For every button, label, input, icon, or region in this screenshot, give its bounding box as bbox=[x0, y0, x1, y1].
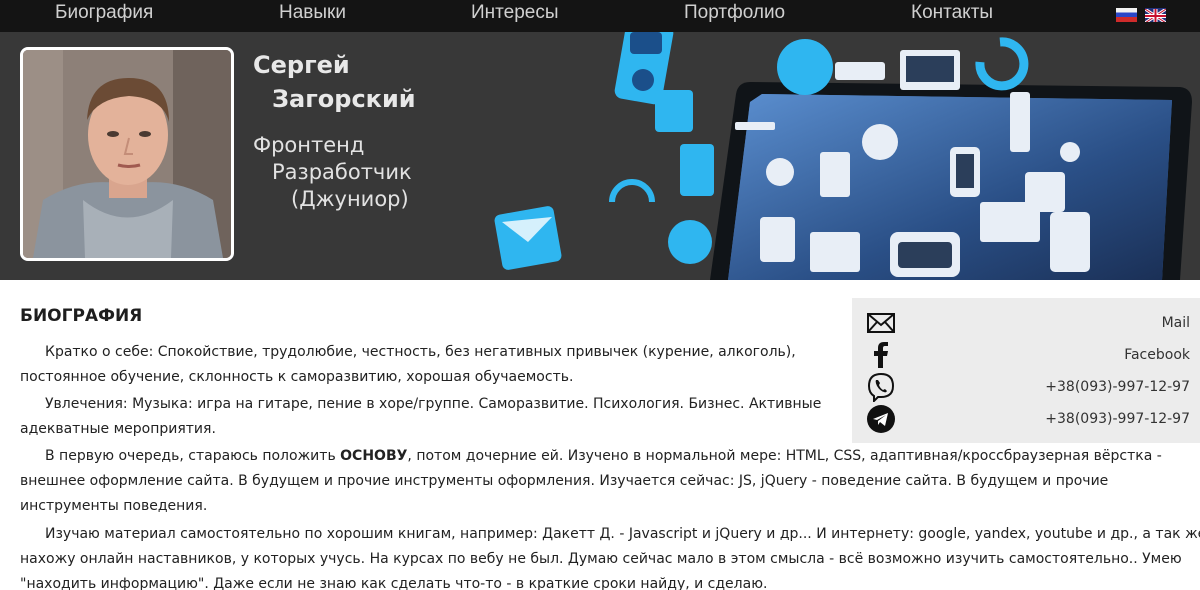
flag-uk-icon[interactable] bbox=[1145, 8, 1166, 22]
nav-link-contacts[interactable]: Контакты bbox=[911, 2, 993, 24]
contact-viber[interactable]: +38(093)-997-12-97 bbox=[852, 372, 1200, 402]
bio-paragraph-hobbies: Увлечения: Музыка: игра на гитаре, пение… bbox=[20, 392, 840, 442]
contact-telegram-number: +38(093)-997-12-97 bbox=[1045, 411, 1190, 427]
bio-skills-bold: ОСНОВУ bbox=[340, 448, 408, 464]
main-content: БИОГРАФИЯ Кратко о себе: Спокойствие, тр… bbox=[0, 280, 1200, 590]
facebook-icon bbox=[874, 342, 888, 368]
bio-skills-text-before: В первую очередь, стараюсь положить bbox=[45, 448, 341, 464]
nav-link-interests[interactable]: Интересы bbox=[471, 2, 559, 24]
nav-link-portfolio[interactable]: Портфолио bbox=[684, 2, 785, 24]
hero-banner: Сергей Загорский Фронтенд Разработчик (Д… bbox=[0, 32, 1200, 280]
bio-paragraph-skills: В первую очередь, стараюсь положить ОСНО… bbox=[20, 444, 1200, 519]
mail-icon bbox=[867, 313, 895, 333]
bio-learning-text: Изучаю материал самостоятельно по хороши… bbox=[20, 526, 1200, 590]
role-line-3: (Джуниор) bbox=[291, 187, 409, 211]
contact-mail-label: Mail bbox=[1161, 315, 1190, 331]
bio-hobbies-text: Увлечения: Музыка: игра на гитаре, пение… bbox=[20, 396, 822, 437]
nav-link-biography[interactable]: Биография bbox=[55, 2, 153, 24]
first-name: Сергей bbox=[253, 51, 350, 79]
last-name: Загорский bbox=[272, 85, 416, 113]
top-navigation: Биография Навыки Интересы Портфолио Конт… bbox=[0, 0, 1200, 32]
viber-icon bbox=[867, 372, 895, 402]
bio-about-text: Кратко о себе: Спокойствие, трудолюбие, … bbox=[20, 344, 796, 385]
biography-heading: БИОГРАФИЯ bbox=[20, 306, 143, 326]
contact-mail[interactable]: Mail bbox=[852, 308, 1200, 338]
contacts-panel: Mail Facebook +38(093)-997-12-97 +38(093… bbox=[852, 298, 1200, 443]
telegram-icon bbox=[867, 405, 895, 433]
profile-photo bbox=[20, 47, 234, 261]
role-line-1: Фронтенд bbox=[253, 133, 365, 157]
contact-facebook[interactable]: Facebook bbox=[852, 340, 1200, 370]
contact-facebook-label: Facebook bbox=[1124, 347, 1190, 363]
role-line-2: Разработчик bbox=[272, 160, 412, 184]
nav-link-skills[interactable]: Навыки bbox=[279, 2, 346, 24]
bio-paragraph-learning: Изучаю материал самостоятельно по хороши… bbox=[20, 522, 1200, 590]
hero-tech-illustration bbox=[494, 32, 1192, 280]
contact-viber-number: +38(093)-997-12-97 bbox=[1045, 379, 1190, 395]
contact-telegram[interactable]: +38(093)-997-12-97 bbox=[852, 404, 1200, 434]
bio-paragraph-about: Кратко о себе: Спокойствие, трудолюбие, … bbox=[20, 340, 820, 390]
flag-ru-icon[interactable] bbox=[1116, 8, 1137, 22]
